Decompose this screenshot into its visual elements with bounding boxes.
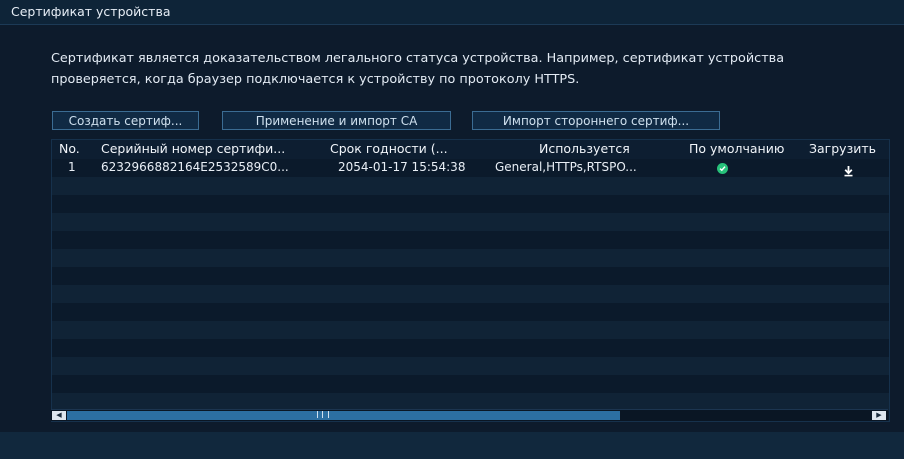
scroll-right-arrow-icon[interactable]: ▶ [872, 411, 886, 420]
apply-import-ca-button[interactable]: Применение и импорт CA [222, 111, 451, 130]
column-header-no[interactable]: No. [59, 141, 80, 156]
scrollbar-grip-icon [317, 411, 329, 418]
horizontal-scrollbar[interactable]: ◀ ▶ [51, 409, 888, 421]
import-third-party-certificate-button[interactable]: Импорт стороннего сертиф... [472, 111, 720, 130]
column-header-expiry[interactable]: Срок годности (... [330, 141, 448, 156]
column-header-download[interactable]: Загрузить [809, 141, 876, 156]
table-row [52, 321, 889, 339]
table-row [52, 339, 889, 357]
table-row [52, 195, 889, 213]
download-icon[interactable] [843, 162, 854, 177]
scrollbar-thumb[interactable] [67, 411, 620, 420]
bottom-bar [0, 432, 904, 459]
certificate-window: Сертификат устройства Сертификат являетс… [0, 0, 904, 459]
scroll-left-arrow-icon[interactable]: ◀ [52, 411, 66, 420]
create-certificate-button[interactable]: Создать сертиф... [52, 111, 199, 130]
certificate-table: No. Серийный номер сертифи... Срок годно… [51, 139, 890, 422]
column-header-serial[interactable]: Серийный номер сертифи... [101, 141, 285, 156]
cell-used-by: General,HTTPs,RTSPO... [495, 160, 637, 174]
table-row[interactable]: 1 6232966882164E2532589C0... 2054-01-17 … [52, 159, 889, 177]
table-row [52, 231, 889, 249]
cell-expiry: 2054-01-17 15:54:38 [338, 160, 466, 174]
table-row [52, 249, 889, 267]
table-header: No. Серийный номер сертифи... Срок годно… [52, 140, 889, 159]
window-title: Сертификат устройства [11, 4, 171, 19]
certificate-description: Сертификат является доказательством лега… [51, 51, 785, 87]
check-circle-icon [717, 163, 728, 174]
cell-no: 1 [68, 160, 76, 174]
column-header-used-by[interactable]: Используется [539, 141, 630, 156]
column-header-default[interactable]: По умолчанию [689, 141, 784, 156]
title-bar: Сертификат устройства [0, 0, 904, 25]
table-row [52, 285, 889, 303]
cell-serial: 6232966882164E2532589C0... [101, 160, 289, 174]
table-row [52, 177, 889, 195]
table-row [52, 303, 889, 321]
table-row [52, 267, 889, 285]
table-row [52, 375, 889, 393]
table-row [52, 357, 889, 375]
table-row [52, 213, 889, 231]
